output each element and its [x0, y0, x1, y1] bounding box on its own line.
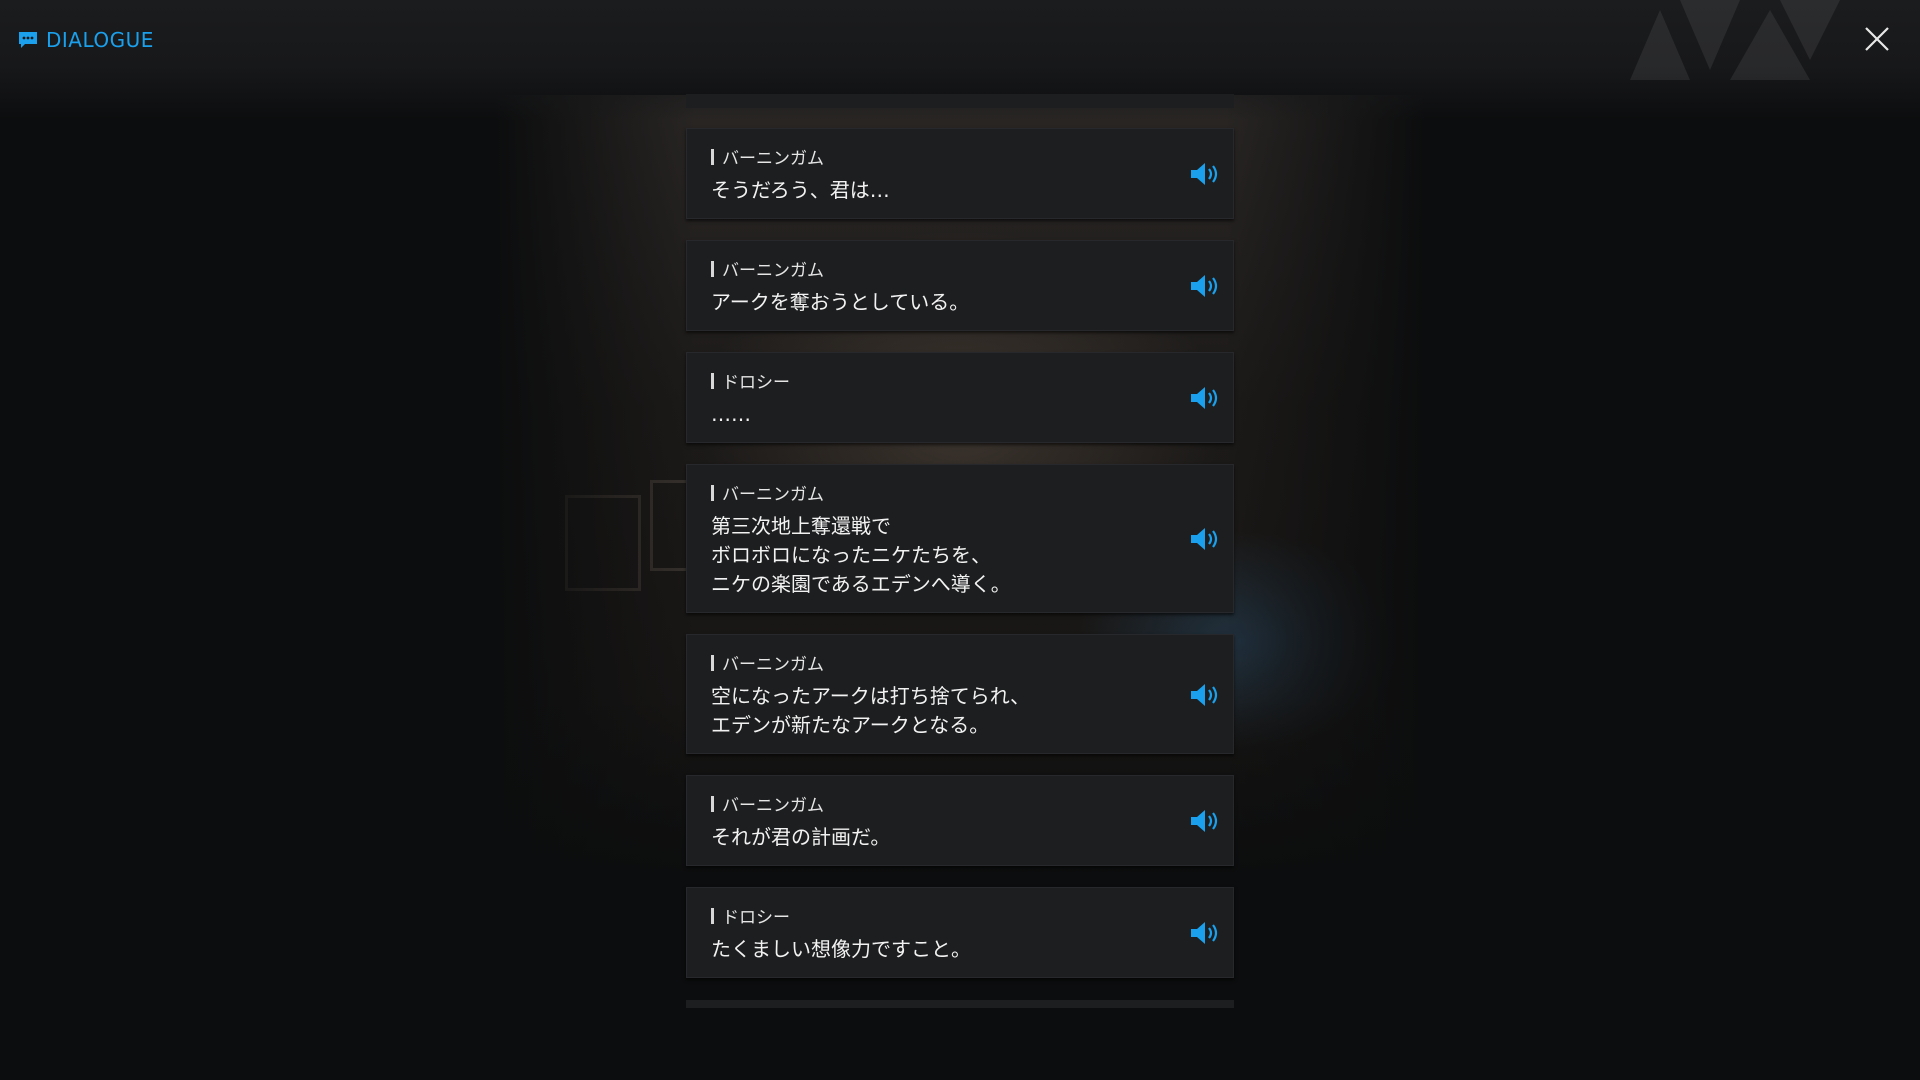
dialogue-entry: バーニンガム そうだろう、君は… — [686, 128, 1234, 219]
dialogue-entry: ドロシー たくましい想像力ですこと。 — [686, 887, 1234, 978]
play-voice-button[interactable] — [1189, 682, 1223, 708]
decorative-triangles — [1630, 0, 1840, 80]
speaker-label: バーニンガム — [711, 650, 824, 675]
dialogue-entry: バーニンガム アークを奪おうとしている。 — [686, 240, 1234, 331]
dialogue-title: DIALOGUE — [46, 28, 154, 52]
speaker-name: バーニンガム — [722, 261, 824, 281]
dialogue-text: そうだろう、君は… — [711, 178, 890, 202]
dialogue-text: たくましい想像力ですこと。 — [711, 937, 971, 961]
dialogue-text: アークを奪おうとしている。 — [711, 290, 970, 314]
speaker-label: バーニンガム — [711, 480, 824, 505]
play-voice-button[interactable] — [1189, 273, 1223, 299]
speaker-name: バーニンガム — [722, 149, 824, 169]
speaker-marker — [711, 907, 714, 924]
speaker-label: ドロシー — [711, 368, 790, 393]
speaker-icon — [1191, 163, 1218, 185]
dialogue-text: …… — [711, 402, 751, 426]
speaker-label: バーニンガム — [711, 144, 824, 169]
play-voice-button[interactable] — [1189, 385, 1223, 411]
speaker-name: ドロシー — [722, 373, 790, 393]
speaker-label: ドロシー — [711, 903, 790, 928]
speaker-label: バーニンガム — [711, 256, 824, 281]
dialogue-header: DIALOGUE — [18, 28, 154, 52]
play-voice-button[interactable] — [1189, 161, 1223, 187]
play-voice-button[interactable] — [1189, 526, 1223, 552]
speaker-marker — [711, 372, 714, 389]
dialogue-log-screen: DIALOGUE バーニンガム そうだろう、君は… バーニンガム アークを奪おう… — [0, 0, 1920, 1080]
speaker-icon — [1191, 275, 1218, 297]
speaker-name: バーニンガム — [722, 485, 824, 505]
dialogue-entry: バーニンガム 第三次地上奪還戦で ボロボロになったニケたちを、 ニケの楽園である… — [686, 464, 1234, 613]
partial-card — [686, 94, 1234, 108]
dialogue-entry: ドロシー …… — [686, 352, 1234, 443]
dialogue-text: 空になったアークは打ち捨てられ、 エデンが新たなアークとなる。 — [711, 684, 1030, 737]
speaker-name: バーニンガム — [722, 655, 824, 675]
play-voice-button[interactable] — [1189, 920, 1223, 946]
speaker-marker — [711, 795, 714, 812]
close-button[interactable] — [1862, 24, 1892, 54]
speaker-icon — [1191, 684, 1218, 706]
speaker-name: バーニンガム — [722, 796, 824, 816]
partial-card — [686, 1000, 1234, 1008]
speaker-icon — [1191, 922, 1218, 944]
speaker-marker — [711, 148, 714, 165]
play-voice-button[interactable] — [1189, 808, 1223, 834]
chat-icon — [19, 32, 37, 48]
close-icon — [1865, 27, 1889, 51]
dialogue-entry: バーニンガム 空になったアークは打ち捨てられ、 エデンが新たなアークとなる。 — [686, 634, 1234, 754]
dialogue-entry: バーニンガム それが君の計画だ。 — [686, 775, 1234, 866]
dialogue-text: 第三次地上奪還戦で ボロボロになったニケたちを、 ニケの楽園であるエデンへ導く。 — [711, 514, 1011, 596]
speaker-icon — [1191, 387, 1218, 409]
speaker-marker — [711, 654, 714, 671]
dialogue-text: それが君の計画だ。 — [711, 825, 891, 849]
speaker-marker — [711, 484, 714, 501]
speaker-name: ドロシー — [722, 908, 790, 928]
speaker-icon — [1191, 528, 1218, 550]
speaker-icon — [1191, 810, 1218, 832]
speaker-label: バーニンガム — [711, 791, 824, 816]
speaker-marker — [711, 260, 714, 277]
